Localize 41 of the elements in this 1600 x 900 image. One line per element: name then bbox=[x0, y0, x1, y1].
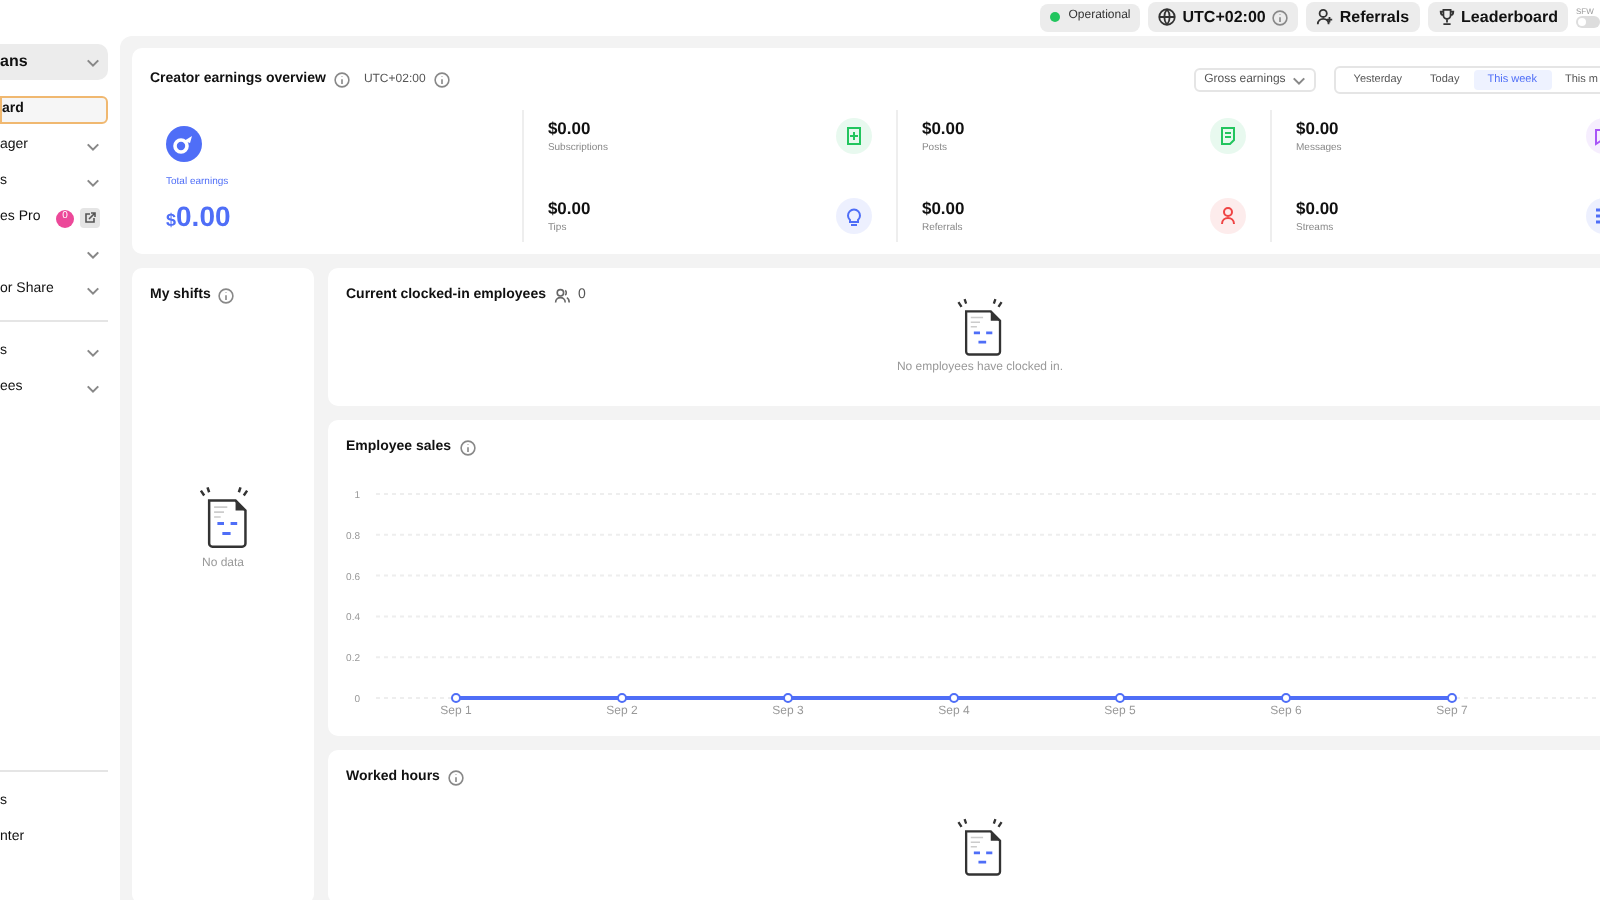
person-plus-icon bbox=[1315, 8, 1334, 26]
chevron-down-icon bbox=[86, 249, 100, 259]
stat-value: $0.00 bbox=[921, 115, 965, 142]
trophy-button[interactable]: Leaderboard bbox=[1427, 2, 1568, 32]
chevron-down-icon bbox=[86, 57, 100, 67]
stat-value: $0.00 bbox=[547, 115, 593, 142]
referrals-button[interactable]: Referrals bbox=[1305, 2, 1420, 32]
timezone-button[interactable]: UTC+02:00 bbox=[1148, 2, 1298, 32]
data-point bbox=[1447, 692, 1457, 702]
info-icon bbox=[447, 770, 464, 787]
logo-icon bbox=[166, 126, 202, 162]
info-icon bbox=[218, 288, 235, 305]
people-icon bbox=[553, 288, 570, 305]
stat-value: $0.00 bbox=[921, 195, 965, 222]
sleeping-document-icon bbox=[952, 815, 1008, 877]
data-point bbox=[617, 692, 627, 702]
data-point bbox=[1281, 692, 1291, 702]
data-point bbox=[783, 692, 793, 702]
sleeping-document-icon bbox=[952, 295, 1008, 357]
total-earnings-value: $0.00 bbox=[166, 197, 233, 235]
chevron-down-icon bbox=[86, 383, 100, 393]
info-icon bbox=[459, 440, 476, 457]
data-point bbox=[949, 692, 959, 702]
chevron-down-icon bbox=[1291, 75, 1306, 85]
chevron-down-icon bbox=[86, 347, 100, 357]
data-point bbox=[451, 692, 461, 702]
stat-value: $0.00 bbox=[1296, 115, 1341, 142]
stat-value: $0.00 bbox=[547, 195, 591, 222]
stat-value: $0.00 bbox=[1296, 195, 1339, 222]
data-point bbox=[1115, 692, 1125, 702]
chevron-down-icon bbox=[86, 141, 100, 151]
info-icon bbox=[1271, 9, 1288, 25]
globe-icon bbox=[1158, 8, 1177, 26]
info-icon bbox=[433, 72, 450, 88]
toggle-switch[interactable] bbox=[1576, 16, 1600, 28]
trophy-icon bbox=[1437, 8, 1456, 26]
info-icon bbox=[333, 72, 350, 88]
external-link-icon[interactable] bbox=[80, 208, 100, 228]
chevron-down-icon bbox=[86, 285, 100, 295]
chevron-down-icon bbox=[86, 177, 100, 187]
account-selector[interactable]: ans bbox=[0, 44, 108, 80]
